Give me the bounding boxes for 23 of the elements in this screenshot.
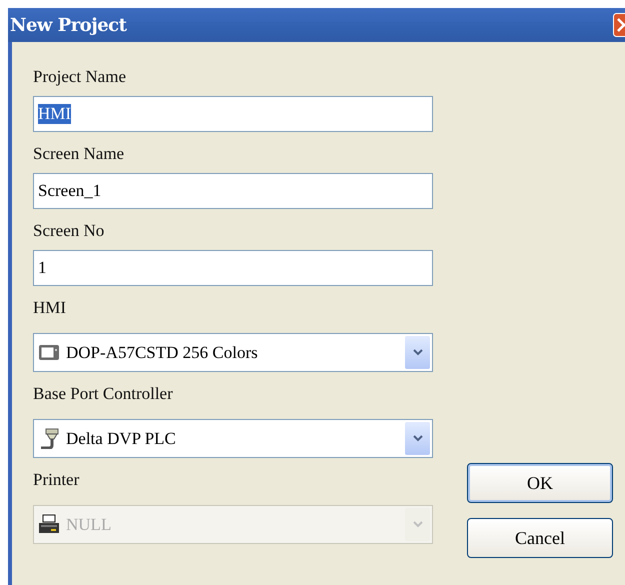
input-field[interactable]: HMI — [33, 96, 433, 132]
dropdown[interactable]: DOP-A57CSTD 256 Colors — [33, 333, 433, 372]
chevron-icon — [412, 349, 422, 356]
dropdown[interactable]: Delta DVP PLC — [33, 419, 433, 458]
field-label: HMI — [33, 297, 68, 319]
chevron-icon — [412, 521, 422, 528]
dropdown-arrow-button[interactable] — [405, 422, 430, 455]
close-icon[interactable] — [613, 13, 625, 37]
monitor-icon — [38, 342, 60, 363]
field-label: Screen No — [33, 220, 106, 242]
dropdown-arrow-button[interactable] — [405, 336, 430, 369]
dialog-button[interactable]: Cancel — [467, 518, 613, 558]
field-label: Screen Name — [33, 143, 126, 165]
chevron-icon — [412, 435, 422, 442]
connector-icon — [38, 428, 60, 449]
input-field[interactable]: 1 — [33, 250, 433, 286]
field-label: Project Name — [33, 66, 127, 88]
window-title: New Project — [10, 14, 126, 36]
printer-icon — [38, 514, 60, 535]
input-field[interactable]: Screen_1 — [33, 173, 433, 209]
dialog-button[interactable]: OK — [467, 463, 613, 503]
field-label: Base Port Controller — [33, 383, 174, 405]
field-label: Printer — [33, 469, 80, 491]
